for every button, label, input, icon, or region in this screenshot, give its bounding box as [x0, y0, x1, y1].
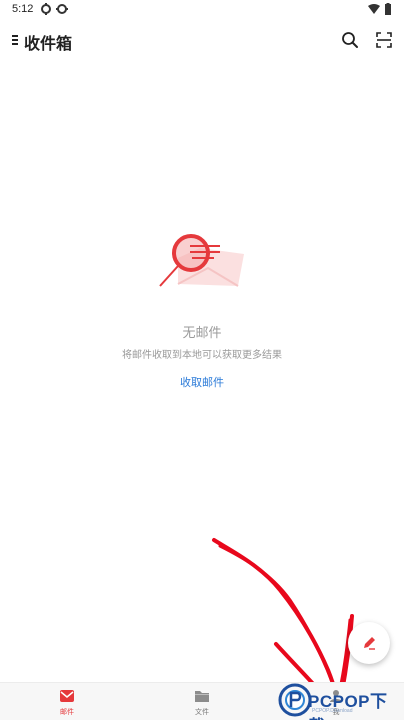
watermark-logo-icon [278, 683, 312, 717]
sync-icon [56, 3, 68, 15]
pencil-icon [364, 637, 375, 650]
sync-icon [40, 3, 52, 15]
search-button[interactable] [338, 28, 362, 52]
status-bar: 5:12 [0, 0, 404, 20]
tab-mail-label: 邮件 [60, 708, 74, 716]
empty-description: 将邮件收取到本地可以获取更多结果 [122, 350, 282, 361]
status-time: 5:12 [12, 3, 34, 15]
menu-icon[interactable] [10, 33, 20, 47]
page-title: 收件箱 [24, 34, 73, 53]
watermark-subtitle: PCPOP.Download [312, 708, 353, 714]
wifi-icon [368, 3, 380, 15]
compose-button[interactable] [348, 622, 390, 664]
tab-mail[interactable]: 邮件 [37, 689, 97, 720]
battery-icon [384, 3, 392, 15]
tab-files[interactable]: 文件 [172, 689, 232, 720]
mail-icon [60, 690, 74, 702]
tab-files-label: 文件 [195, 708, 209, 716]
watermark-brand: PCPOP下载 [308, 692, 388, 720]
app-header: 收件箱 [0, 24, 404, 60]
folder-icon [195, 691, 209, 702]
empty-title: 无邮件 [182, 326, 222, 341]
fetch-mail-link[interactable]: 收取邮件 [0, 374, 404, 390]
empty-mailbox-illustration [156, 226, 248, 292]
mail-app-screen: 5:12 收件箱 无邮件 将邮件收取到本地可以获取更多结果 收取邮件 邮件 文件… [0, 0, 404, 720]
scan-button[interactable] [372, 28, 396, 52]
watermark: PCPOP下载 PCPOP.Download [278, 681, 404, 720]
search-icon [342, 32, 358, 48]
scan-icon [376, 32, 392, 48]
